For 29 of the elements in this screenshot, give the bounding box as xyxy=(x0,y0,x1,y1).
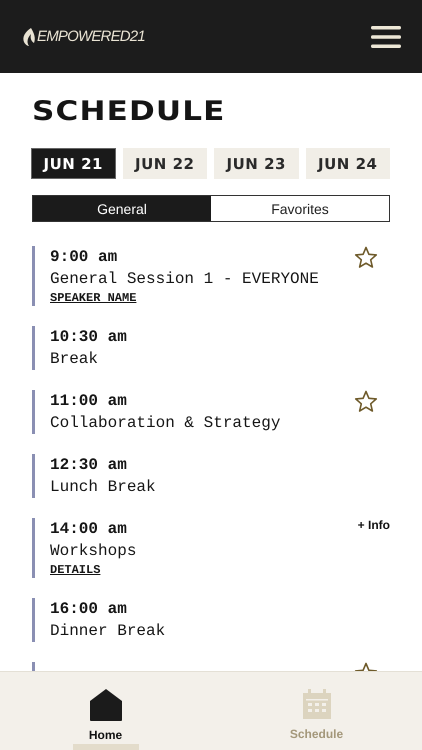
session-time: 12:30 am xyxy=(50,455,128,476)
house-icon xyxy=(88,688,122,722)
session-title: General Session 1 - EVERYONE xyxy=(50,269,320,290)
flame-icon xyxy=(22,28,36,46)
session-time: 11:00 am xyxy=(50,391,128,412)
menu-button[interactable] xyxy=(371,24,401,48)
date-tab[interactable]: JUN 24 xyxy=(306,148,390,179)
calendar-icon xyxy=(300,688,332,721)
home-tab[interactable]: Home xyxy=(0,672,211,750)
session-title: Workshops xyxy=(50,541,138,562)
session-time: 16:00 am xyxy=(50,599,128,620)
info-link[interactable]: + Info xyxy=(358,518,390,532)
session-link[interactable]: DETAILS xyxy=(50,562,100,578)
session-time: 14:00 am xyxy=(50,519,128,540)
date-tab[interactable]: JUN 23 xyxy=(214,148,299,179)
date-tab[interactable]: JUN 21 xyxy=(31,148,116,179)
date-tab[interactable]: JUN 22 xyxy=(122,148,208,179)
session-title: Collaboration & Strategy xyxy=(50,413,282,434)
session-title: Break xyxy=(50,349,100,370)
page-title: SCHEDULE xyxy=(32,97,227,127)
session-time: 9:00 am xyxy=(50,247,118,268)
star-icon[interactable] xyxy=(354,246,378,269)
star-icon[interactable] xyxy=(354,390,378,413)
session-time: 10:30 am xyxy=(50,327,128,348)
session-title: Dinner Break xyxy=(50,621,166,642)
segment-tab[interactable]: General xyxy=(33,196,211,221)
session-link[interactable]: SPEAKER NAME xyxy=(50,290,136,306)
logo-text: EMPOWERED21 xyxy=(37,28,145,45)
session-title: Lunch Break xyxy=(50,477,157,498)
